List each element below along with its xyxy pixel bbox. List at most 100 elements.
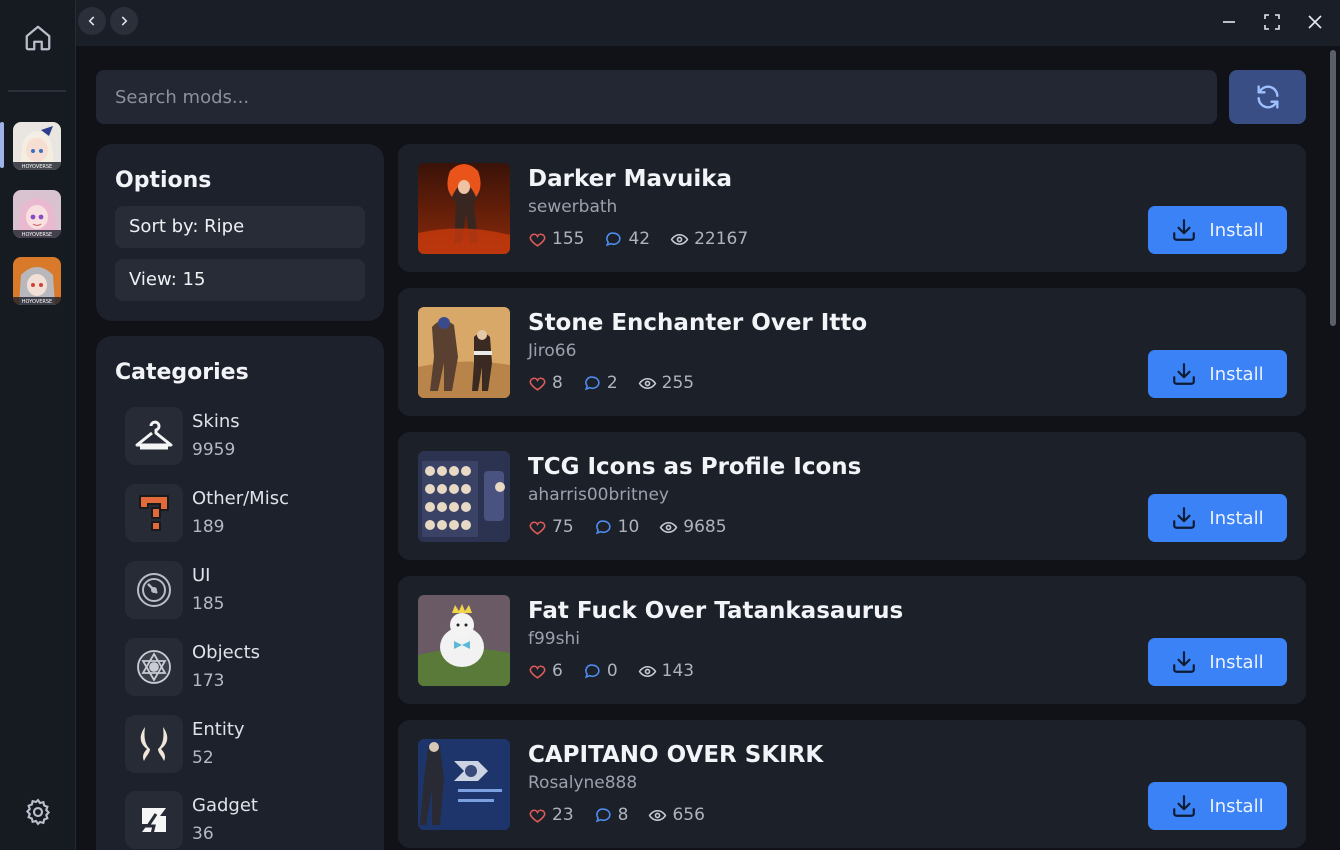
close-button[interactable] <box>1303 10 1327 34</box>
comment-icon <box>584 375 600 390</box>
heart-icon <box>529 233 546 247</box>
eye-icon <box>649 809 667 821</box>
gear-icon <box>25 798 51 826</box>
mod-card[interactable]: Darker Mavuika sewerbath 155 42 22167 In… <box>398 144 1306 272</box>
mod-title[interactable]: TCG Icons as Profile Icons <box>528 454 861 480</box>
options-title: Options <box>115 168 212 193</box>
mod-author[interactable]: sewerbath <box>528 197 617 217</box>
category-name: Other/Misc <box>192 488 289 509</box>
mod-author[interactable]: aharris00britney <box>528 485 669 505</box>
comment-icon <box>595 807 611 822</box>
category-name: UI <box>192 565 211 586</box>
comments-stat: 42 <box>604 229 650 249</box>
categories-panel: Categories Skins 9959 Other/Misc 189 UI … <box>96 336 384 850</box>
active-game-indicator <box>0 122 4 168</box>
category-gadget[interactable]: Gadget 36 <box>125 791 365 850</box>
view-select[interactable]: View: 15 <box>115 259 365 301</box>
category-count: 36 <box>192 824 214 844</box>
mod-author[interactable]: Jiro66 <box>528 341 576 361</box>
category-entity[interactable]: Entity 52 <box>125 715 365 785</box>
category-skins[interactable]: Skins 9959 <box>125 407 365 477</box>
eye-icon <box>638 377 656 389</box>
likes-count: 23 <box>552 805 574 825</box>
home-icon <box>25 25 51 51</box>
chevron-right-icon <box>121 16 128 26</box>
sort-select[interactable]: Sort by: Ripe <box>115 206 365 248</box>
forward-button[interactable] <box>110 7 138 35</box>
heart-icon <box>529 521 546 535</box>
likes-count: 75 <box>552 517 574 537</box>
category-count: 173 <box>192 671 225 691</box>
game-sidebar: HOYOVERSE HOYOVERSE HOYOVERSE <box>0 0 76 850</box>
game-honkai-icon[interactable]: HOYOVERSE <box>13 190 61 238</box>
refresh-button[interactable] <box>1229 70 1306 124</box>
mod-title[interactable]: Fat Fuck Over Tatankasaurus <box>528 598 903 624</box>
comments-count: 42 <box>628 229 651 249</box>
comments-count: 10 <box>617 517 640 537</box>
home-button[interactable] <box>20 20 56 56</box>
compass-icon <box>125 561 183 619</box>
likes-stat: 8 <box>528 373 563 393</box>
emblem-icon <box>125 638 183 696</box>
chevron-left-icon <box>88 16 95 26</box>
download-icon <box>1173 219 1196 241</box>
likes-stat: 6 <box>528 661 563 681</box>
mod-author[interactable]: f99shi <box>528 629 580 649</box>
install-button[interactable]: Install <box>1148 494 1287 542</box>
comments-stat: 2 <box>583 373 618 393</box>
search-input[interactable] <box>96 70 1217 124</box>
mod-card[interactable]: TCG Icons as Profile Icons aharris00brit… <box>398 432 1306 560</box>
scrollbar[interactable] <box>1326 46 1340 850</box>
category-other-misc[interactable]: Other/Misc 189 <box>125 484 365 554</box>
install-button[interactable]: Install <box>1148 782 1287 830</box>
category-count: 52 <box>192 748 214 768</box>
likes-count: 6 <box>552 661 563 681</box>
hanger-icon <box>125 407 183 465</box>
mod-title[interactable]: Stone Enchanter Over Itto <box>528 310 867 336</box>
install-label: Install <box>1209 363 1264 385</box>
comments-count: 8 <box>617 805 629 825</box>
likes-stat: 23 <box>528 805 574 825</box>
comment-icon <box>584 663 600 678</box>
app-window: HOYOVERSE HOYOVERSE HOYOVERSE Search mod… <box>0 0 1340 850</box>
mod-card[interactable]: Fat Fuck Over Tatankasaurus f99shi 6 0 1… <box>398 576 1306 704</box>
install-button[interactable]: Install <box>1148 350 1287 398</box>
settings-button[interactable] <box>20 794 56 830</box>
views-stat: 143 <box>638 661 694 681</box>
views-count: 22167 <box>694 229 749 249</box>
mod-card[interactable]: Stone Enchanter Over Itto Jiro66 8 2 255… <box>398 288 1306 416</box>
install-button[interactable]: Install <box>1148 206 1287 254</box>
category-objects[interactable]: Objects 173 <box>125 638 365 708</box>
category-name: Entity <box>192 719 245 740</box>
game-genshin-icon[interactable]: HOYOVERSE <box>13 122 61 170</box>
likes-stat: 155 <box>528 229 584 249</box>
download-icon <box>1173 651 1196 673</box>
minimize-button[interactable] <box>1217 10 1241 34</box>
minimize-icon <box>1223 21 1235 23</box>
views-count: 255 <box>661 373 695 393</box>
comment-icon <box>606 231 622 246</box>
comments-stat: 10 <box>594 517 640 537</box>
mod-thumbnail <box>418 595 510 686</box>
mod-card[interactable]: CAPITANO OVER SKIRK Rosalyne888 23 8 656… <box>398 720 1306 848</box>
mod-thumbnail <box>418 739 510 830</box>
game-zzz-icon[interactable]: HOYOVERSE <box>13 257 61 305</box>
category-name: Gadget <box>192 795 258 816</box>
mod-title[interactable]: CAPITANO OVER SKIRK <box>528 742 823 768</box>
mod-title[interactable]: Darker Mavuika <box>528 166 732 192</box>
maximize-button[interactable] <box>1260 10 1284 34</box>
install-label: Install <box>1209 219 1264 241</box>
rail-divider <box>8 90 66 92</box>
comments-stat: 0 <box>583 661 618 681</box>
category-ui[interactable]: UI 185 <box>125 561 365 631</box>
views-count: 143 <box>661 661 695 681</box>
mod-author[interactable]: Rosalyne888 <box>528 773 637 793</box>
options-panel: Options Sort by: Ripe View: 15 <box>96 144 384 321</box>
scrollbar-thumb[interactable] <box>1330 50 1336 326</box>
back-button[interactable] <box>78 7 106 35</box>
eye-icon <box>659 521 678 533</box>
install-button[interactable]: Install <box>1148 638 1287 686</box>
mod-stats: 155 42 22167 <box>528 229 768 249</box>
mod-stats: 6 0 143 <box>528 661 714 681</box>
mod-thumbnail <box>418 451 510 542</box>
